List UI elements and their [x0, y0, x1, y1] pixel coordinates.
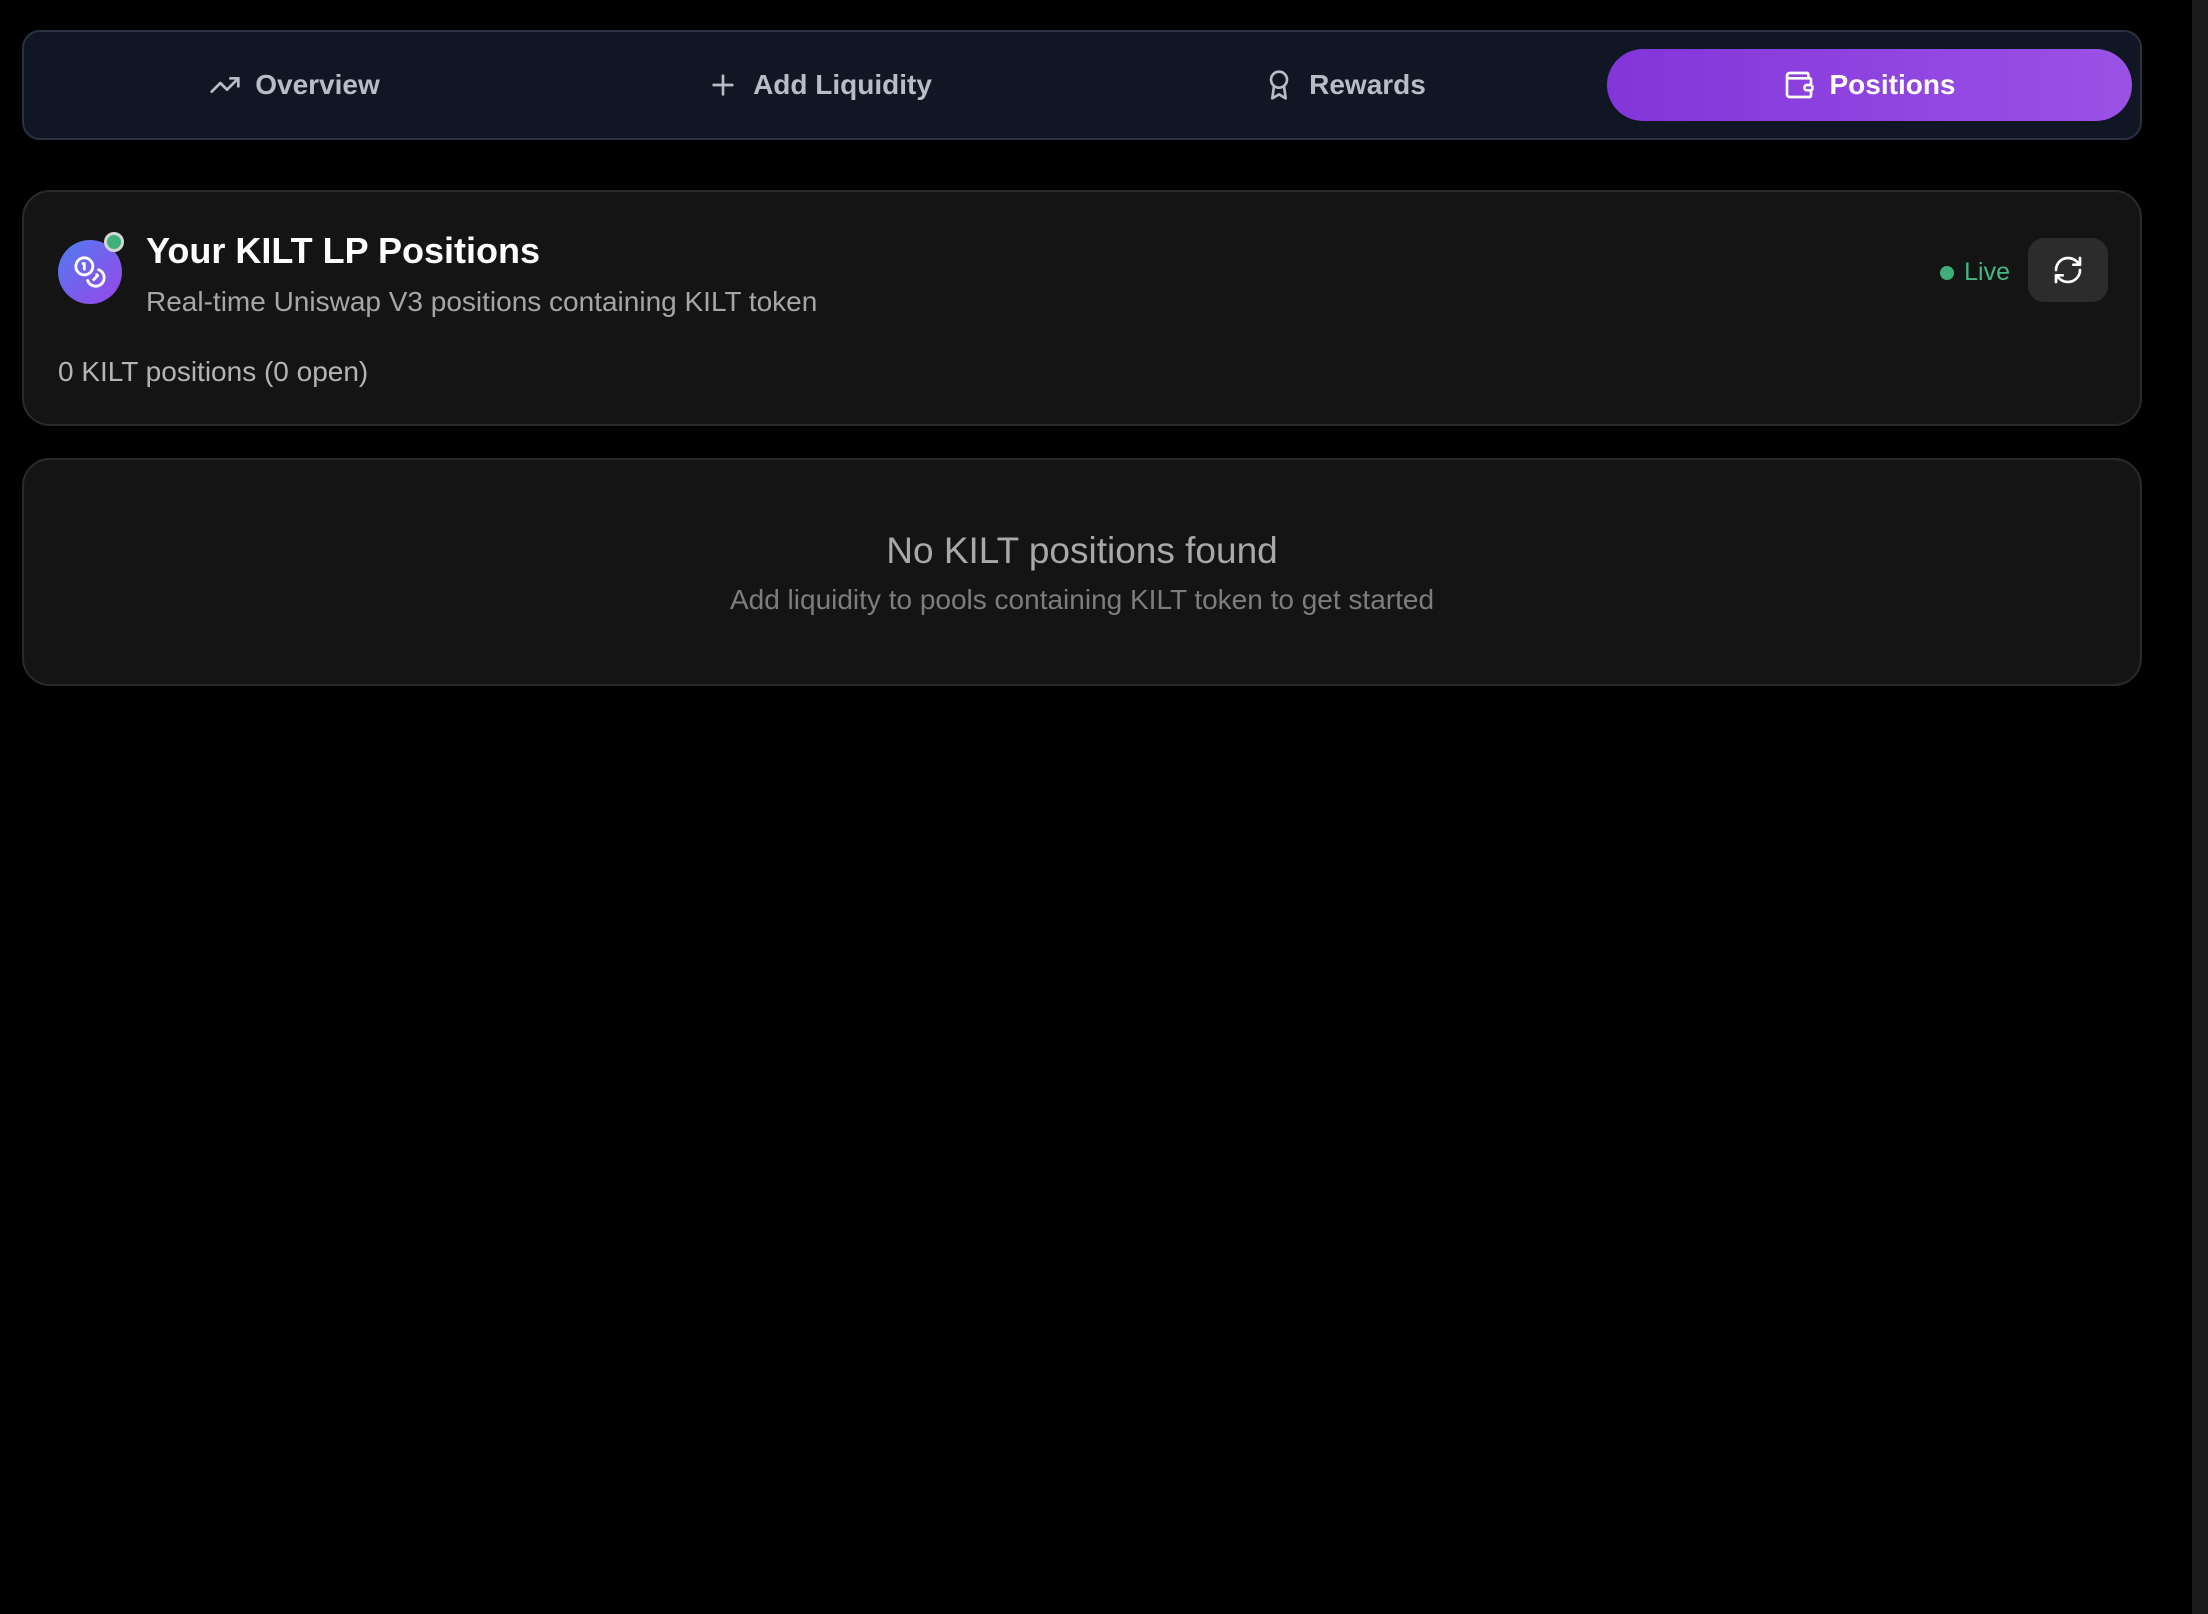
page-subtitle: Real-time Uniswap V3 positions containin…	[146, 286, 818, 317]
empty-state-card: No KILT positions found Add liquidity to…	[22, 458, 2142, 686]
positions-header-card: Your KILT LP Positions Real-time Uniswap…	[22, 190, 2142, 426]
page: Overview Add Liquidity Rewards Positions…	[0, 0, 2208, 1614]
empty-state-title: No KILT positions found	[886, 530, 1278, 571]
live-status-badge: Live	[1940, 258, 2010, 287]
tab-overview[interactable]: Overview	[32, 49, 557, 121]
plus-icon	[707, 69, 739, 101]
tab-overview-label: Overview	[255, 69, 380, 100]
tab-rewards[interactable]: Rewards	[1082, 49, 1607, 121]
live-status-label: Live	[1964, 258, 2010, 286]
tab-positions-label: Positions	[1829, 69, 1956, 100]
tab-rewards-label: Rewards	[1309, 69, 1426, 100]
scrollbar[interactable]	[2192, 0, 2208, 1614]
award-icon	[1263, 69, 1295, 101]
empty-state-message: Add liquidity to pools containing KILT t…	[729, 584, 1435, 615]
online-indicator	[104, 232, 124, 252]
refresh-button[interactable]	[2028, 238, 2108, 302]
tab-bar: Overview Add Liquidity Rewards Positions	[22, 30, 2142, 140]
positions-count: 0 KILT positions (0 open)	[58, 356, 369, 387]
tab-positions[interactable]: Positions	[1607, 49, 2132, 121]
trending-up-icon	[209, 69, 241, 101]
live-dot-icon	[1940, 265, 1955, 280]
refresh-icon	[2054, 256, 2082, 284]
wallet-icon	[1783, 69, 1815, 101]
tab-add-liquidity-label: Add Liquidity	[753, 69, 932, 100]
page-title: Your KILT LP Positions	[146, 230, 541, 271]
tab-add-liquidity[interactable]: Add Liquidity	[557, 49, 1082, 121]
coins-icon	[74, 256, 106, 288]
